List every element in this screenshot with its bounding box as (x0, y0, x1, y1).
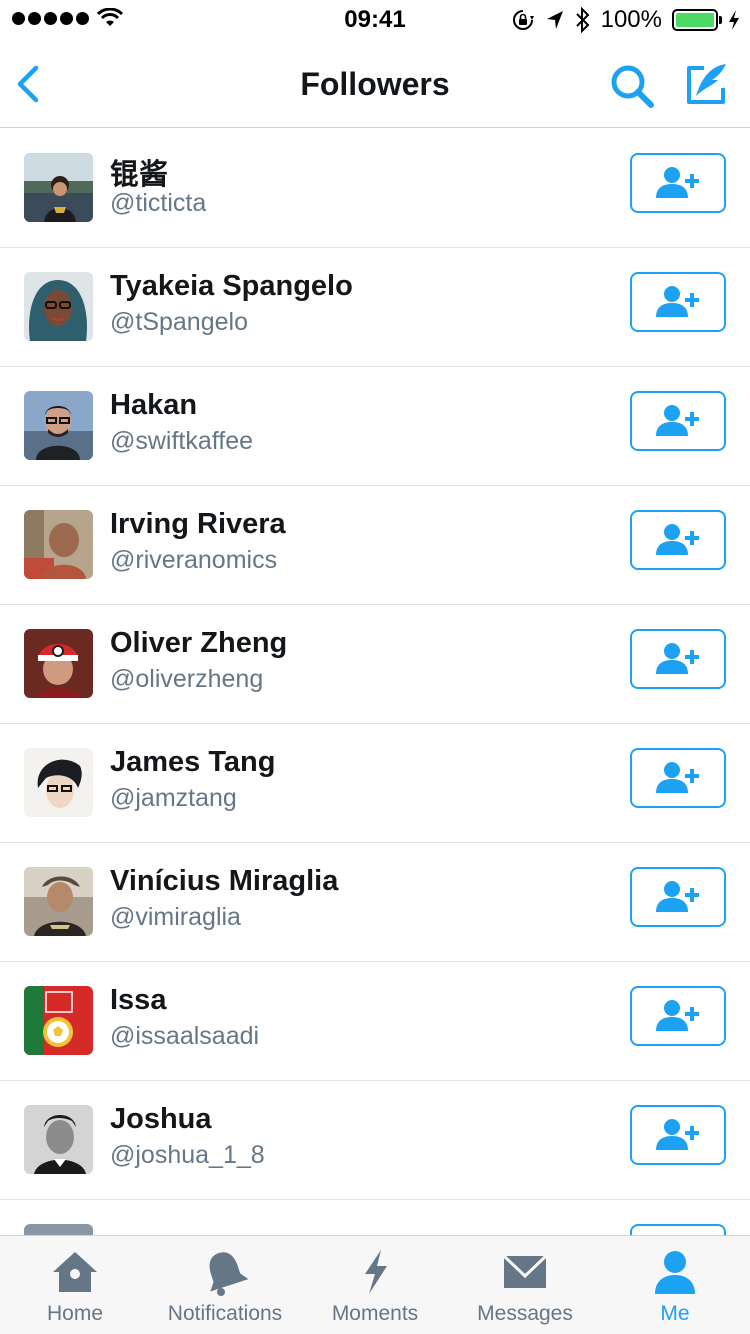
add-user-icon (656, 1119, 699, 1150)
tab-label: Moments (331, 1302, 419, 1325)
lightning-icon (365, 1250, 387, 1294)
follower-name[interactable]: 锟酱 (110, 151, 168, 193)
add-user-icon (656, 881, 699, 912)
tab-moments[interactable]: Moments (300, 1236, 450, 1334)
avatar[interactable] (24, 986, 93, 1055)
follower-row[interactable]: Joshua @joshua_1_8 (0, 1081, 750, 1200)
avatar-image (24, 272, 93, 341)
tab-label: Me (660, 1302, 690, 1325)
add-user-icon (656, 405, 699, 436)
follower-name[interactable]: Hakan (110, 389, 197, 422)
avatar-image (24, 153, 93, 222)
status-bar: 09:41 100% (0, 0, 750, 40)
follower-row[interactable]: Issa @issaalsaadi (0, 962, 750, 1081)
avatar-image (24, 629, 93, 698)
follower-name[interactable]: Joshua (110, 1103, 212, 1136)
avatar[interactable] (24, 867, 93, 936)
search-button[interactable] (608, 62, 656, 110)
avatar[interactable] (24, 272, 93, 341)
follower-handle: @jamztang (110, 784, 237, 812)
avatar[interactable] (24, 748, 93, 817)
follower-row[interactable]: Irving Rivera @riveranomics (0, 486, 750, 605)
avatar[interactable] (24, 1224, 93, 1235)
battery-icon (672, 9, 722, 31)
follower-name[interactable]: Irving Rivera (110, 508, 286, 541)
add-user-icon (656, 524, 699, 555)
follow-button[interactable] (630, 1224, 726, 1235)
bluetooth-icon (575, 7, 590, 33)
follower-name[interactable]: James Tang (110, 746, 275, 779)
follow-button[interactable] (630, 748, 726, 808)
rotation-lock-icon (512, 10, 534, 30)
follow-button[interactable] (630, 153, 726, 213)
status-right: 100% (511, 6, 740, 34)
avatar[interactable] (24, 1105, 93, 1174)
tab-label: Messages (477, 1302, 573, 1325)
battery-level (676, 13, 714, 27)
tab-label: Notifications (167, 1302, 283, 1325)
follower-name[interactable]: Vinícius Miraglia (110, 865, 338, 898)
add-user-icon (656, 643, 699, 674)
follow-button[interactable] (630, 272, 726, 332)
follower-name[interactable]: Tyakeia Spangelo (110, 270, 353, 303)
follower-handle: @issaalsaadi (110, 1022, 260, 1050)
follower-name[interactable]: Issa (110, 984, 166, 1017)
envelope-icon (502, 1254, 548, 1288)
add-user-icon (656, 762, 699, 793)
follower-row[interactable]: Oliver Zheng @oliverzheng (0, 605, 750, 724)
follower-handle: @oliverzheng (110, 665, 264, 693)
battery-percent: 100% (600, 6, 662, 33)
follow-button[interactable] (630, 867, 726, 927)
avatar-image (24, 510, 93, 579)
follower-row[interactable]: 锟酱 @ticticta (0, 129, 750, 248)
avatar[interactable] (24, 510, 93, 579)
avatar-image (24, 391, 93, 460)
add-user-icon (656, 286, 699, 317)
avatar-image (24, 867, 93, 936)
follower-handle: @swiftkaffee (110, 427, 254, 455)
navigation-bar: Followers (0, 40, 750, 128)
follow-button[interactable] (630, 391, 726, 451)
avatar[interactable] (24, 391, 93, 460)
follower-row[interactable]: James Tang @jamztang (0, 724, 750, 843)
follower-row[interactable]: Hakan @swiftkaffee (0, 367, 750, 486)
tab-bar: Home Notifications Moments Messages Me (0, 1235, 750, 1334)
follower-handle: @vimiraglia (110, 903, 241, 931)
follow-button[interactable] (630, 1105, 726, 1165)
follow-button[interactable] (630, 510, 726, 570)
follower-handle: @ticticta (110, 189, 207, 217)
follower-row[interactable]: Vinícius Miraglia @vimiraglia (0, 843, 750, 962)
avatar-image (24, 748, 93, 817)
avatar[interactable] (24, 153, 93, 222)
follower-handle: @riveranomics (110, 546, 278, 574)
compose-tweet-button[interactable] (682, 60, 730, 108)
follow-button[interactable] (630, 986, 726, 1046)
follower-row[interactable]: Tyakeia Spangelo @tSpangelo (0, 248, 750, 367)
follow-button[interactable] (630, 629, 726, 689)
tab-me[interactable]: Me (600, 1236, 750, 1334)
add-user-icon (656, 167, 699, 198)
charging-icon (729, 10, 739, 30)
follower-name[interactable]: Oliver Zheng (110, 627, 287, 660)
person-icon (655, 1251, 695, 1294)
follower-handle: @tSpangelo (110, 308, 248, 336)
avatar[interactable] (24, 629, 93, 698)
follower-handle: @joshua_1_8 (110, 1141, 265, 1169)
location-icon (546, 11, 563, 29)
add-user-icon (656, 1000, 699, 1031)
bell-icon (209, 1252, 249, 1296)
avatar-image (24, 1224, 93, 1235)
avatar-image (24, 1105, 93, 1174)
home-icon (53, 1252, 97, 1292)
followers-list[interactable]: 锟酱 @ticticta Tyakeia Spangelo @tSpangelo (0, 129, 750, 1235)
tab-label: Home (46, 1302, 104, 1325)
tab-home[interactable]: Home (0, 1236, 150, 1334)
avatar-image (24, 986, 93, 1055)
tab-notifications[interactable]: Notifications (150, 1236, 300, 1334)
tab-messages[interactable]: Messages (450, 1236, 600, 1334)
follower-row[interactable] (0, 1200, 750, 1235)
